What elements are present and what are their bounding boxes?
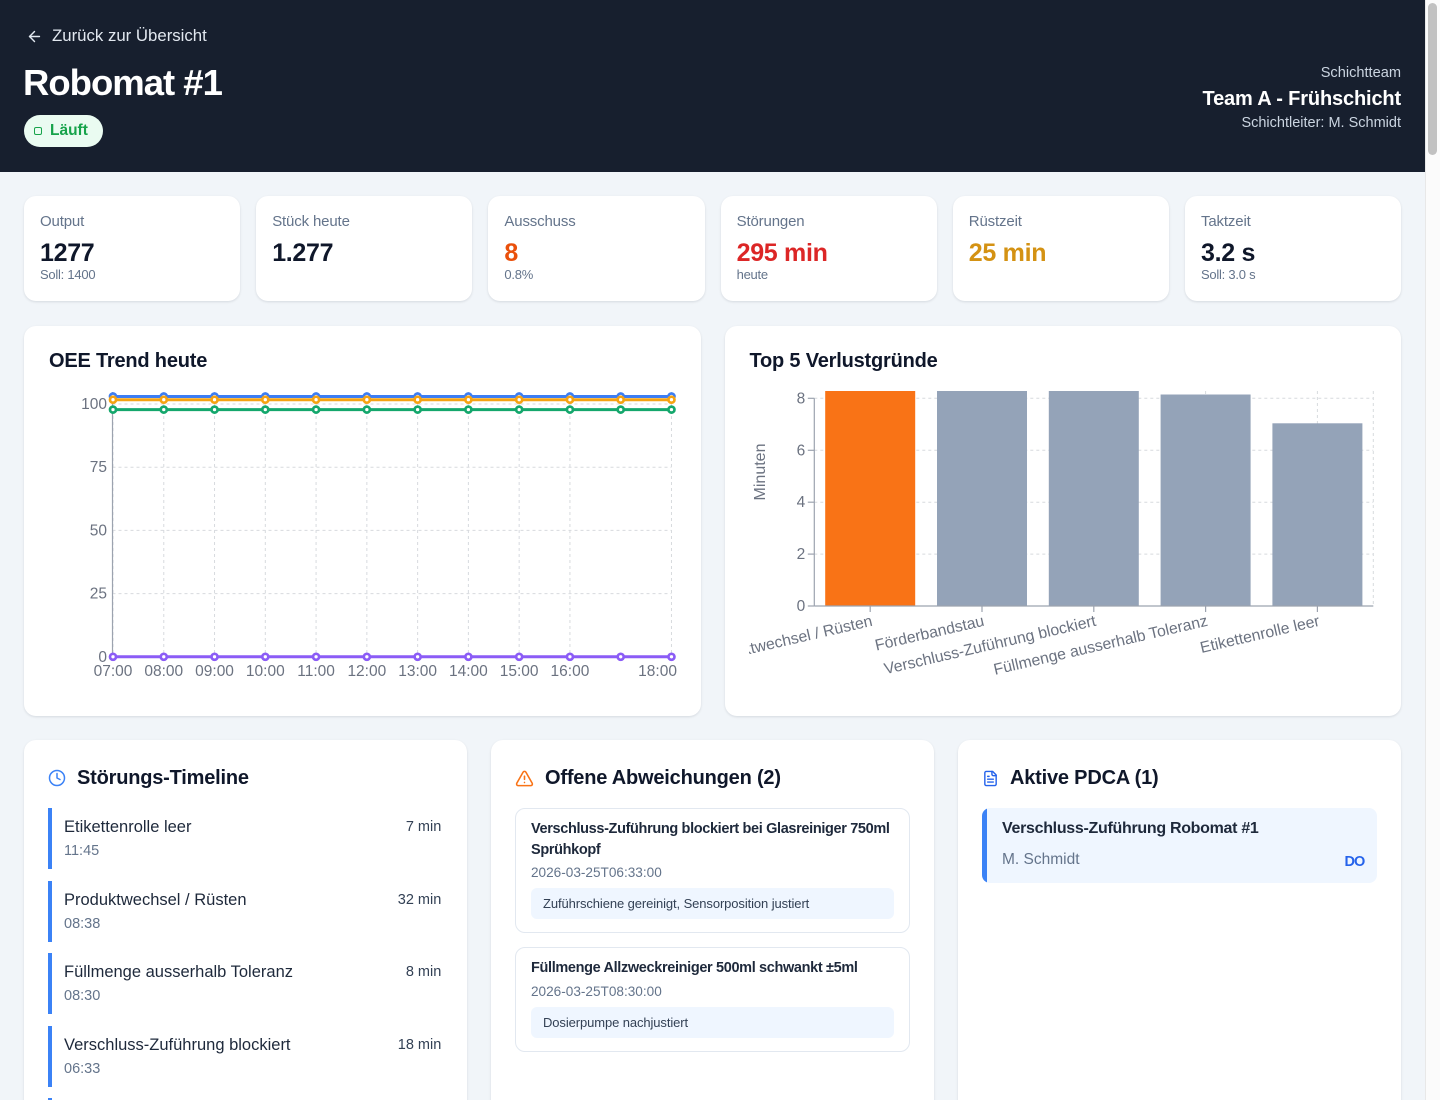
- svg-text:25: 25: [90, 586, 107, 603]
- svg-text:13:00: 13:00: [398, 663, 437, 680]
- svg-text:15:00: 15:00: [500, 663, 539, 680]
- svg-text:Etikettenrolle leer: Etikettenrolle leer: [1198, 613, 1321, 657]
- svg-text:09:00: 09:00: [195, 663, 234, 680]
- svg-text:16:00: 16:00: [551, 663, 590, 680]
- svg-text:10:00: 10:00: [246, 663, 285, 680]
- svg-text:2: 2: [796, 546, 805, 563]
- svg-text:0: 0: [796, 598, 805, 615]
- svg-text:75: 75: [90, 459, 107, 476]
- svg-text:14:00: 14:00: [449, 663, 488, 680]
- svg-text:12:00: 12:00: [347, 663, 386, 680]
- svg-text:50: 50: [90, 522, 108, 539]
- svg-text:100: 100: [81, 396, 107, 413]
- svg-text:4: 4: [796, 494, 805, 511]
- svg-text:07:00: 07:00: [94, 663, 133, 680]
- svg-text:Minuten: Minuten: [752, 444, 769, 501]
- svg-text:Produktwechsel / Rüsten: Produktwechsel / Rüsten: [749, 613, 874, 669]
- svg-text:8: 8: [796, 390, 805, 407]
- svg-text:11:00: 11:00: [297, 663, 335, 680]
- svg-text:08:00: 08:00: [144, 663, 183, 680]
- svg-text:6: 6: [796, 442, 805, 459]
- svg-text:18:00: 18:00: [638, 663, 676, 680]
